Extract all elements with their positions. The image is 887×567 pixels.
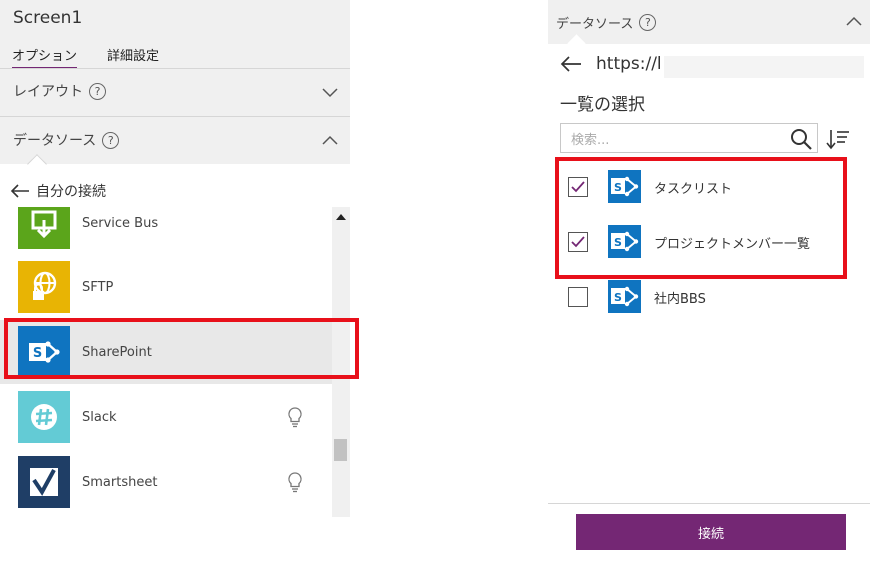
chevron-up-icon[interactable] xyxy=(320,131,340,151)
left-properties-panel: Screen1 オプション 詳細設定 レイアウト ? データソース ? 自分の接… xyxy=(0,0,350,517)
connection-item-sftp[interactable]: SFTP xyxy=(0,255,332,319)
svg-text:S: S xyxy=(614,291,622,304)
connection-item-slack[interactable]: Slack xyxy=(0,385,332,449)
datasource-header[interactable]: データソース ? xyxy=(548,0,870,44)
screen-title: Screen1 xyxy=(13,8,83,28)
checkbox[interactable] xyxy=(568,287,588,307)
lightbulb-icon[interactable] xyxy=(286,471,304,493)
redacted-url xyxy=(664,56,864,78)
search-input[interactable]: 検索... xyxy=(560,123,818,153)
search-icon[interactable] xyxy=(789,127,813,151)
slack-icon xyxy=(18,391,70,443)
help-icon[interactable]: ? xyxy=(102,131,120,149)
lightbulb-icon[interactable] xyxy=(286,406,304,428)
tab-strip: オプション 詳細設定 xyxy=(12,45,159,69)
connect-button[interactable]: 接続 xyxy=(576,514,846,550)
sort-icon[interactable] xyxy=(826,128,850,150)
layout-section-label: レイアウト xyxy=(13,84,83,100)
site-url: https://l xyxy=(596,54,662,74)
highlight-box xyxy=(555,157,847,279)
connection-label: Slack xyxy=(82,409,117,425)
chevron-up-icon[interactable] xyxy=(844,12,864,32)
connection-item-smartsheet[interactable]: Smartsheet xyxy=(0,450,332,514)
search-placeholder: 検索... xyxy=(571,132,610,148)
scrollbar-thumb[interactable] xyxy=(334,439,347,461)
back-arrow-icon[interactable] xyxy=(560,55,582,73)
sharepoint-icon: S xyxy=(608,280,641,313)
layout-section-header[interactable]: レイアウト ? xyxy=(0,68,350,114)
smartsheet-icon xyxy=(18,456,70,508)
highlight-box xyxy=(4,318,359,379)
datasource-section-header[interactable]: データソース ? xyxy=(0,117,350,163)
help-icon[interactable]: ? xyxy=(639,13,657,31)
list-item-internal-bbs[interactable]: S 社内BBS xyxy=(568,277,848,317)
tab-advanced[interactable]: 詳細設定 xyxy=(107,45,159,69)
divider xyxy=(548,503,870,504)
sftp-globe-icon xyxy=(18,261,70,313)
service-bus-icon xyxy=(18,207,70,249)
back-to-my-connections[interactable]: 自分の接続 xyxy=(10,181,106,201)
connection-label: Smartsheet xyxy=(82,474,158,490)
back-label: 自分の接続 xyxy=(36,184,106,200)
datasource-section-label: データソース xyxy=(13,133,97,149)
list-selection-title: 一覧の選択 xyxy=(560,95,645,115)
connection-item-service-bus[interactable]: Service Bus xyxy=(0,207,332,255)
connection-label: Service Bus xyxy=(82,215,159,231)
help-icon[interactable]: ? xyxy=(89,82,106,100)
datasource-header-label: データソース xyxy=(556,16,634,32)
connection-label: SFTP xyxy=(82,279,114,295)
chevron-down-icon[interactable] xyxy=(320,82,340,102)
back-arrow-icon xyxy=(10,184,29,198)
list-item-label: 社内BBS xyxy=(654,291,706,307)
site-url-row: https://l xyxy=(560,54,662,74)
tab-options[interactable]: オプション xyxy=(12,45,78,69)
scroll-up-arrow-icon[interactable] xyxy=(336,214,346,220)
